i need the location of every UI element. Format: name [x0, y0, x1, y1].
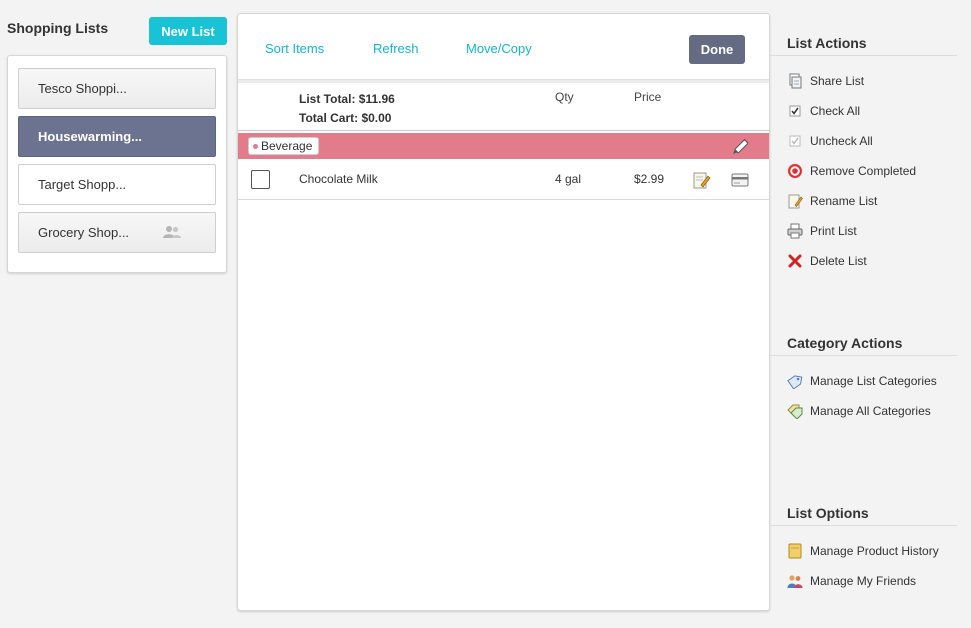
item-checkbox[interactable]: [251, 170, 270, 189]
qty-column-header: Qty: [555, 90, 574, 104]
printer-icon: [787, 223, 803, 239]
category-tag[interactable]: Beverage: [248, 137, 320, 155]
item-name: Chocolate Milk: [299, 172, 378, 186]
list-item-housewarming[interactable]: Housewarming...: [18, 116, 216, 157]
tags-icon: [787, 404, 803, 419]
action-label: Uncheck All: [810, 134, 873, 148]
list-item-tesco[interactable]: Tesco Shoppi...: [18, 68, 216, 109]
check-all-icon: [789, 105, 801, 117]
list-item-grocery[interactable]: Grocery Shop...: [18, 212, 216, 253]
list-options-title: List Options: [787, 505, 869, 521]
list-item-label: Target Shopp...: [38, 177, 127, 192]
action-label: Manage List Categories: [810, 374, 937, 388]
refresh-link[interactable]: Refresh: [373, 41, 419, 56]
list-item-label: Housewarming...: [38, 129, 143, 144]
header-divider: [238, 130, 769, 131]
manage-product-history-action[interactable]: Manage Product History: [787, 542, 939, 560]
shopping-lists-title: Shopping Lists: [7, 20, 109, 36]
uncheck-all-action[interactable]: Uncheck All: [787, 132, 873, 150]
edit-item-icon[interactable]: [691, 170, 711, 190]
share-icon: [789, 73, 802, 89]
sort-items-link[interactable]: Sort Items: [265, 41, 324, 56]
item-qty: 4 gal: [555, 172, 582, 186]
total-cart: Total Cart: $0.00: [299, 111, 392, 125]
manage-my-friends-action[interactable]: Manage My Friends: [787, 572, 916, 590]
shopping-lists-panel: Tesco Shoppi... Housewarming... Target S…: [7, 55, 227, 273]
action-label: Print List: [810, 224, 857, 238]
list-item-label: Tesco Shoppi...: [38, 81, 127, 96]
list-totals: List Total: $11.96 Total Cart: $0.00: [299, 90, 395, 128]
friends-icon: [787, 575, 803, 588]
print-list-action[interactable]: Print List: [787, 222, 857, 240]
price-column-header: Price: [634, 90, 662, 104]
manage-all-categories-action[interactable]: Manage All Categories: [787, 402, 931, 420]
list-total: List Total: $11.96: [299, 92, 395, 106]
delete-list-action[interactable]: Delete List: [787, 252, 867, 270]
list-item-label: Grocery Shop...: [38, 225, 130, 240]
action-label: Rename List: [810, 194, 878, 208]
remove-completed-action[interactable]: Remove Completed: [787, 162, 916, 180]
list-actions-title: List Actions: [787, 35, 867, 51]
uncheck-all-icon: [789, 135, 801, 147]
red-x-icon: [788, 254, 802, 268]
item-card-icon[interactable]: [730, 170, 750, 190]
list-options-divider: [771, 525, 957, 526]
manage-list-categories-action[interactable]: Manage List Categories: [787, 372, 937, 390]
tag-icon: [787, 375, 803, 389]
item-price: $2.99: [634, 172, 665, 186]
category-actions-divider: [771, 355, 957, 356]
rename-list-action[interactable]: Rename List: [787, 192, 877, 210]
list-item-target[interactable]: Target Shopp...: [18, 164, 216, 205]
edit-category-icon[interactable]: [731, 136, 751, 156]
new-list-button[interactable]: New List: [149, 17, 227, 45]
action-label: Check All: [810, 104, 861, 118]
action-label: Remove Completed: [810, 164, 917, 178]
list-detail-panel: Sort Items Refresh Move/Copy Done List T…: [237, 13, 770, 611]
action-label: Manage All Categories: [810, 404, 931, 418]
done-button[interactable]: Done: [689, 35, 745, 64]
shared-users-icon: [163, 226, 181, 238]
pencil-note-icon: [788, 194, 803, 209]
table-row: Chocolate Milk 4 gal $2.99: [238, 161, 769, 200]
target-icon: [788, 164, 802, 178]
action-label: Manage Product History: [810, 544, 939, 558]
folder-icon: [788, 543, 802, 559]
action-label: Share List: [810, 74, 865, 88]
category-bar-beverage: Beverage: [238, 133, 769, 159]
category-name: Beverage: [261, 139, 313, 153]
toolbar-divider: [238, 79, 769, 83]
action-label: Manage My Friends: [810, 574, 917, 588]
list-actions-divider: [771, 55, 957, 56]
check-all-action[interactable]: Check All: [787, 102, 860, 120]
share-list-action[interactable]: Share List: [787, 72, 864, 90]
category-actions-title: Category Actions: [787, 335, 903, 351]
move-copy-link[interactable]: Move/Copy: [466, 41, 532, 56]
action-label: Delete List: [810, 254, 867, 268]
